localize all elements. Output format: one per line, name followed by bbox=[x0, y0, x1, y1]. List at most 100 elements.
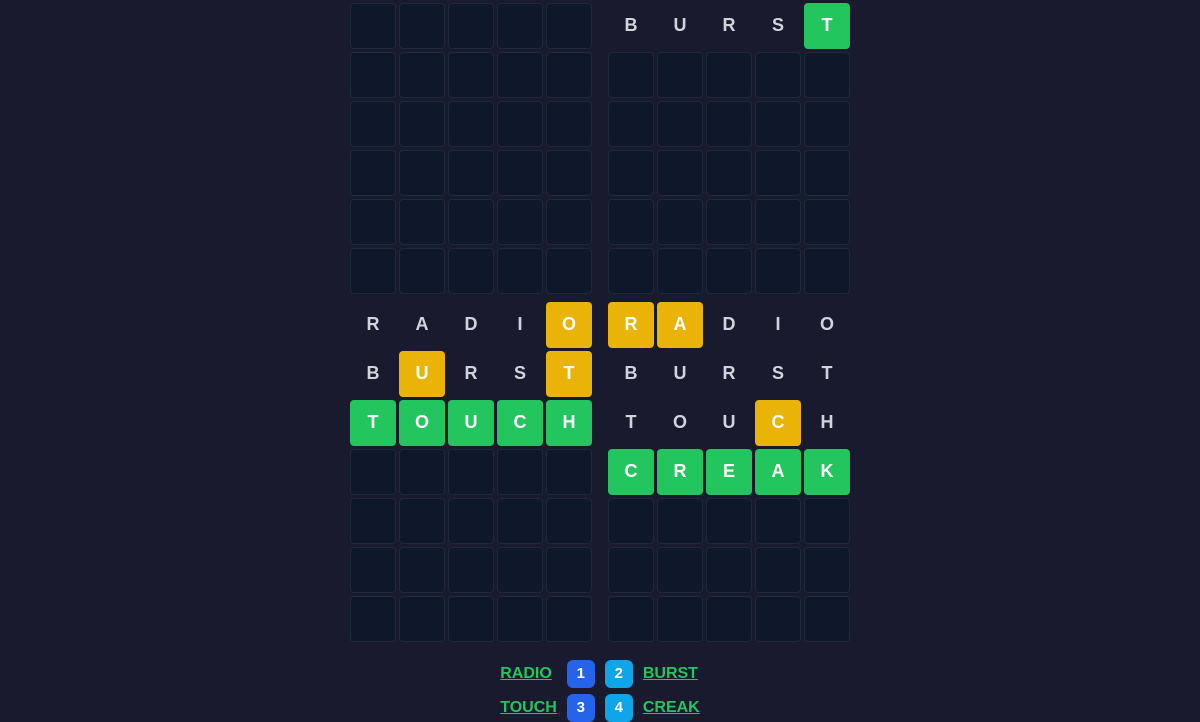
cell bbox=[497, 3, 543, 49]
board-row bbox=[608, 248, 850, 294]
cell: R bbox=[608, 302, 654, 348]
score-badge-3: 3 bbox=[567, 694, 595, 722]
score-label-creak[interactable]: CREAK bbox=[643, 699, 700, 717]
cell: C bbox=[497, 400, 543, 446]
cell bbox=[448, 248, 494, 294]
board-row bbox=[608, 498, 850, 544]
board-row bbox=[608, 101, 850, 147]
cell bbox=[448, 449, 494, 495]
cell bbox=[755, 101, 801, 147]
cell bbox=[657, 199, 703, 245]
cell bbox=[448, 498, 494, 544]
cell: A bbox=[399, 302, 445, 348]
cell bbox=[497, 547, 543, 593]
cell: U bbox=[706, 400, 752, 446]
cell bbox=[497, 150, 543, 196]
cell bbox=[399, 199, 445, 245]
cell bbox=[350, 449, 396, 495]
cell: O bbox=[546, 302, 592, 348]
cell bbox=[350, 101, 396, 147]
cell bbox=[755, 199, 801, 245]
cell bbox=[350, 52, 396, 98]
cell: R bbox=[350, 302, 396, 348]
cell: T bbox=[546, 351, 592, 397]
board-right-bottom: RADIOBURSTTOUCHCREAK bbox=[608, 302, 850, 642]
cell bbox=[608, 52, 654, 98]
cell bbox=[399, 547, 445, 593]
cell bbox=[546, 199, 592, 245]
cell: T bbox=[350, 400, 396, 446]
cell bbox=[448, 3, 494, 49]
cell bbox=[706, 248, 752, 294]
cell bbox=[399, 449, 445, 495]
cell bbox=[399, 248, 445, 294]
cell: R bbox=[706, 351, 752, 397]
board-row bbox=[608, 52, 850, 98]
cell bbox=[608, 199, 654, 245]
board-row bbox=[350, 101, 592, 147]
cell: O bbox=[804, 302, 850, 348]
board-row bbox=[608, 199, 850, 245]
board-row bbox=[350, 596, 592, 642]
score-label-burst[interactable]: BURST bbox=[643, 665, 700, 683]
cell bbox=[608, 248, 654, 294]
cell bbox=[497, 199, 543, 245]
cell: S bbox=[755, 3, 801, 49]
cell bbox=[706, 150, 752, 196]
cell bbox=[706, 596, 752, 642]
cell: R bbox=[657, 449, 703, 495]
cell bbox=[755, 596, 801, 642]
cell bbox=[497, 101, 543, 147]
cell: D bbox=[706, 302, 752, 348]
cell: B bbox=[608, 351, 654, 397]
cell: D bbox=[448, 302, 494, 348]
board-row bbox=[350, 3, 592, 49]
cell bbox=[546, 498, 592, 544]
cell bbox=[804, 101, 850, 147]
cell bbox=[497, 248, 543, 294]
board-row: TOUCH bbox=[350, 400, 592, 446]
board-row bbox=[350, 547, 592, 593]
cell bbox=[706, 498, 752, 544]
cell bbox=[657, 150, 703, 196]
board-row: TOUCH bbox=[608, 400, 850, 446]
cell: R bbox=[706, 3, 752, 49]
cell bbox=[657, 547, 703, 593]
cell: H bbox=[546, 400, 592, 446]
cell bbox=[350, 3, 396, 49]
scores-section: RADIO 1 2 BURST TOUCH 3 4 CREAK bbox=[500, 660, 699, 722]
cell bbox=[657, 52, 703, 98]
cell: B bbox=[350, 351, 396, 397]
cell bbox=[804, 596, 850, 642]
board-row: RADIO bbox=[608, 302, 850, 348]
cell bbox=[608, 150, 654, 196]
cell bbox=[608, 101, 654, 147]
cell bbox=[804, 52, 850, 98]
cell bbox=[546, 547, 592, 593]
cell bbox=[448, 52, 494, 98]
cell bbox=[706, 101, 752, 147]
cell bbox=[755, 150, 801, 196]
board-row bbox=[350, 150, 592, 196]
board-row: BURST bbox=[350, 351, 592, 397]
score-label-radio[interactable]: RADIO bbox=[500, 665, 557, 683]
board-row bbox=[608, 596, 850, 642]
cell bbox=[706, 52, 752, 98]
cell bbox=[657, 498, 703, 544]
cell: E bbox=[706, 449, 752, 495]
cell: H bbox=[804, 400, 850, 446]
cell: U bbox=[448, 400, 494, 446]
score-badge-1: 1 bbox=[567, 660, 595, 688]
board-row bbox=[350, 52, 592, 98]
cell bbox=[657, 101, 703, 147]
cell: U bbox=[657, 351, 703, 397]
score-label-touch[interactable]: TOUCH bbox=[500, 699, 557, 717]
cell: I bbox=[755, 302, 801, 348]
cell bbox=[350, 547, 396, 593]
cell bbox=[706, 199, 752, 245]
cell bbox=[546, 3, 592, 49]
cell bbox=[399, 498, 445, 544]
cell bbox=[399, 52, 445, 98]
boards-top-row: RADIO RADIOBURST bbox=[350, 0, 850, 294]
cell bbox=[755, 547, 801, 593]
